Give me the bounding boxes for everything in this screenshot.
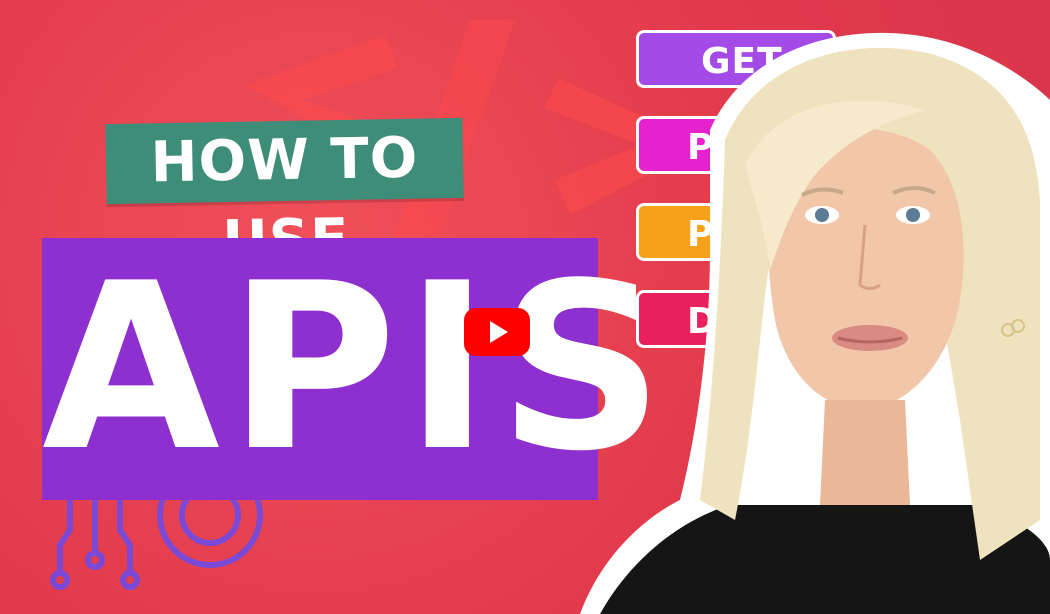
youtube-play-icon[interactable] <box>464 308 530 356</box>
headline-how-to-use: HOW TO USE <box>105 117 464 274</box>
video-thumbnail[interactable]: GET POS PU DE HOW TO USE APIS <box>0 0 1050 614</box>
headline-apis-box: APIS <box>42 235 672 502</box>
presenter-photo <box>580 32 1050 614</box>
play-triangle-icon <box>490 321 508 343</box>
headline-apis: APIS <box>42 235 672 502</box>
